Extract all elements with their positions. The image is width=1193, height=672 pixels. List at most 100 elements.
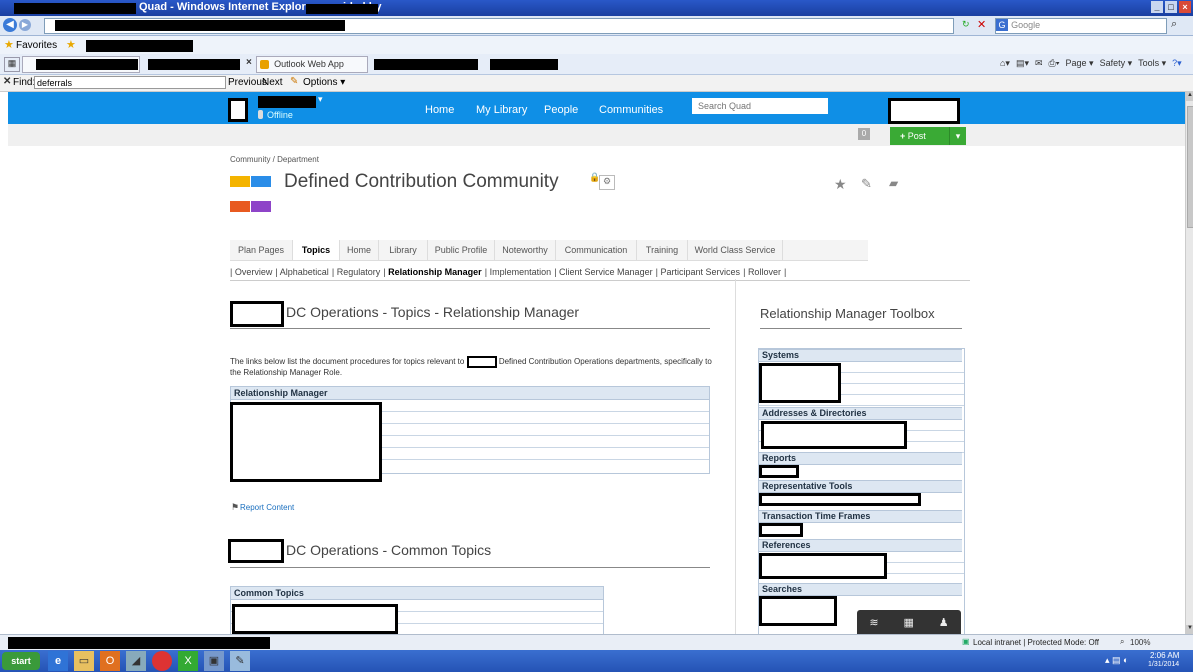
- vertical-scrollbar[interactable]: ▲ ▼: [1185, 92, 1193, 634]
- calendar-icon[interactable]: ▦: [903, 616, 913, 629]
- chrome-icon[interactable]: [152, 651, 172, 671]
- minimize-button[interactable]: _: [1151, 1, 1163, 13]
- tab-training[interactable]: Training: [637, 240, 688, 260]
- address-bar-row: ◀ ▶ ↻ ✕ G Google ⌕: [0, 16, 1193, 36]
- redacted-toolbox-links: [759, 523, 803, 537]
- nav-my-library[interactable]: My Library: [476, 104, 527, 116]
- google-icon: G: [996, 19, 1008, 31]
- tray-icons[interactable]: ▴ ▤ ◐: [1105, 655, 1128, 666]
- help-icon[interactable]: ?▾: [1172, 58, 1182, 69]
- home-icon[interactable]: ⌂▾: [1000, 58, 1010, 69]
- zoom-icon[interactable]: ⌕: [1120, 637, 1124, 647]
- floating-dock: ≋ ▦ ♟: [857, 610, 961, 634]
- page-title: Defined Contribution Community: [284, 171, 559, 192]
- quad-action-bar: 0 + Post ▾: [8, 124, 1185, 147]
- back-icon[interactable]: ◀: [3, 18, 17, 32]
- add-favorite-icon[interactable]: ★: [66, 38, 76, 51]
- tab-library[interactable]: Library: [379, 240, 428, 260]
- user-menu-chevron-icon[interactable]: ▾: [318, 94, 323, 105]
- nav-home[interactable]: Home: [425, 104, 454, 116]
- tab-home[interactable]: Home: [340, 240, 379, 260]
- zoom-level[interactable]: 100%: [1130, 638, 1150, 647]
- find-next-button[interactable]: Next: [262, 77, 283, 88]
- post-dropdown-chevron-icon[interactable]: ▾: [949, 127, 966, 145]
- taskbar: start e ▭ O ◢ X ▣ ✎ ▴ ▤ ◐ 2:06 AM 1/31/2…: [0, 650, 1193, 672]
- search-box[interactable]: G Google: [995, 18, 1167, 34]
- quad-top-nav: ▾ Offline Home My Library People Communi…: [8, 92, 1185, 124]
- close-find-icon[interactable]: ✕: [3, 76, 11, 87]
- redacted-section-logo: [230, 301, 284, 327]
- subtab-participant-services[interactable]: Participant Services: [660, 267, 740, 277]
- subtab-relationship-manager[interactable]: Relationship Manager: [388, 267, 482, 277]
- redacted-url: [55, 20, 345, 31]
- redacted-tab: [374, 59, 478, 70]
- tab-noteworthy[interactable]: Noteworthy: [495, 240, 556, 260]
- scroll-up-arrow[interactable]: ▲: [1186, 92, 1193, 101]
- forward-icon[interactable]: ▶: [19, 19, 31, 31]
- app-icon[interactable]: ◢: [126, 651, 146, 671]
- breadcrumb[interactable]: Community / Department: [230, 155, 319, 164]
- nav-people[interactable]: People: [544, 104, 578, 116]
- edit-icon[interactable]: ✎: [861, 176, 872, 192]
- feeds-icon[interactable]: ▤▾: [1016, 58, 1029, 69]
- quad-search-input[interactable]: [692, 98, 828, 114]
- user-icon[interactable]: ♟: [939, 616, 949, 629]
- close-tab-icon[interactable]: ×: [246, 57, 252, 68]
- scroll-down-arrow[interactable]: ▼: [1186, 625, 1193, 634]
- subtab-rollover[interactable]: Rollover: [748, 267, 781, 277]
- tab-topics[interactable]: Topics: [293, 240, 340, 260]
- toolbox-panel: Systems Addresses & Directories Reports …: [758, 348, 965, 636]
- find-input[interactable]: [34, 76, 226, 89]
- excel-icon[interactable]: X: [178, 651, 198, 671]
- post-button[interactable]: + Post ▾: [890, 127, 966, 145]
- page-menu[interactable]: Page ▾: [1066, 58, 1094, 69]
- refresh-icon[interactable]: ↻: [962, 19, 970, 30]
- comment-icon[interactable]: ▰: [889, 176, 898, 190]
- ie-icon[interactable]: e: [48, 651, 68, 671]
- tab-world-class-service[interactable]: World Class Service: [688, 240, 783, 260]
- redacted-toolbox-links: [759, 363, 841, 403]
- outlook-taskbar-icon[interactable]: O: [100, 651, 120, 671]
- stop-icon[interactable]: ✕: [977, 18, 986, 31]
- safety-menu[interactable]: Safety ▾: [1100, 58, 1133, 69]
- find-options-button[interactable]: Options ▾: [303, 77, 345, 88]
- outlook-tab-label: Outlook Web App: [274, 59, 344, 69]
- print-icon[interactable]: ⎙▾: [1049, 58, 1060, 69]
- topic-subtabs: | Overview | Alphabetical | Regulatory |…: [230, 266, 970, 281]
- quick-tabs-icon[interactable]: ▦: [4, 57, 20, 72]
- close-button[interactable]: ×: [1179, 1, 1191, 13]
- toolbox-section-addresses: Addresses & Directories: [759, 407, 962, 420]
- subtab-alphabetical[interactable]: Alphabetical: [280, 267, 329, 277]
- search-go-icon[interactable]: ⌕: [1171, 18, 1177, 31]
- tools-menu[interactable]: Tools ▾: [1138, 58, 1166, 69]
- subtab-regulatory[interactable]: Regulatory: [337, 267, 381, 277]
- settings-gear-icon[interactable]: ⚙: [599, 175, 615, 190]
- window-controls: _ □ ×: [1151, 1, 1191, 13]
- subtab-overview[interactable]: Overview: [235, 267, 273, 277]
- star-icon: ★: [4, 39, 14, 51]
- redacted-inline: [466, 356, 497, 368]
- paint-icon[interactable]: ✎: [230, 651, 250, 671]
- tab-plan-pages[interactable]: Plan Pages: [230, 240, 293, 260]
- maximize-button[interactable]: □: [1165, 1, 1177, 13]
- tab-public-profile[interactable]: Public Profile: [428, 240, 495, 260]
- tab-communication[interactable]: Communication: [556, 240, 637, 260]
- scroll-thumb[interactable]: [1187, 106, 1193, 228]
- notification-icon[interactable]: 0: [858, 128, 870, 140]
- security-zone[interactable]: Local intranet | Protected Mode: Off: [973, 638, 1099, 647]
- subtab-client-service-manager[interactable]: Client Service Manager: [559, 267, 653, 277]
- favorites-button[interactable]: Favorites: [16, 40, 57, 51]
- activity-stream-icon[interactable]: ≋: [869, 616, 878, 629]
- redacted-table-links: [232, 604, 398, 634]
- toolbox-section-systems: Systems: [759, 349, 962, 362]
- highlight-icon[interactable]: ✎: [290, 76, 298, 87]
- folder-icon[interactable]: ▭: [74, 651, 94, 671]
- outlook-tab[interactable]: Outlook Web App: [256, 56, 368, 73]
- follow-star-icon[interactable]: ★: [834, 176, 847, 193]
- subtab-implementation[interactable]: Implementation: [490, 267, 552, 277]
- start-button[interactable]: start: [2, 652, 40, 670]
- nav-communities[interactable]: Communities: [599, 104, 663, 116]
- network-app-icon[interactable]: ▣: [204, 651, 224, 671]
- report-content-link[interactable]: Report Content: [240, 503, 294, 512]
- mail-icon[interactable]: ✉: [1035, 58, 1043, 69]
